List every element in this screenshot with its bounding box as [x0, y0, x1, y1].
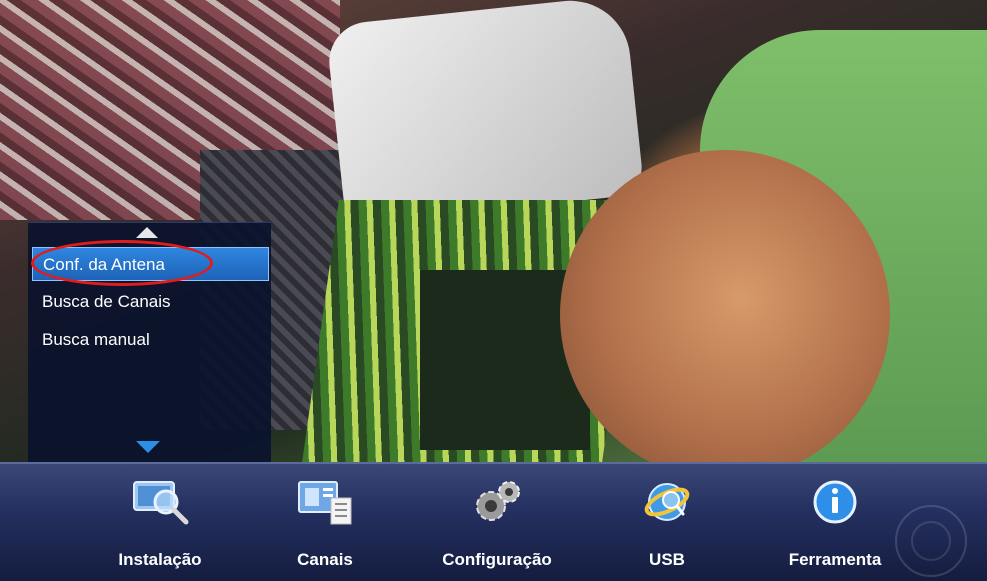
menu-tab-canais[interactable]: Canais	[250, 464, 400, 581]
background-white-object	[325, 0, 645, 226]
background-arm	[560, 150, 890, 480]
gears-icon	[465, 476, 529, 533]
main-menu-bar: Instalação Canais Configuração USB Ferra…	[0, 462, 987, 581]
menu-tab-label: Ferramenta	[788, 550, 882, 569]
scroll-up-arrow-icon[interactable]	[136, 227, 158, 238]
menu-tab-usb[interactable]: USB	[592, 464, 742, 581]
highlight-oval-annotation	[31, 240, 213, 286]
menu-tab-label: Configuração	[442, 550, 552, 569]
menu-tab-instalacao[interactable]: Instalação	[85, 464, 235, 581]
scroll-down-arrow-icon[interactable]	[136, 441, 160, 453]
menu-tab-label: USB	[649, 550, 685, 569]
antenna-search-icon	[128, 476, 192, 533]
usb-globe-icon	[635, 476, 699, 533]
menu-item-conf-antena[interactable]: Conf. da Antena	[31, 240, 269, 286]
installation-submenu: Conf. da Antena Busca de Canais Busca ma…	[28, 222, 271, 466]
channel-list-icon	[293, 476, 357, 533]
menu-tab-label: Instalação	[118, 550, 202, 569]
menu-item-busca-manual[interactable]: Busca manual	[32, 323, 269, 357]
info-icon	[803, 476, 867, 533]
menu-tab-configuracao[interactable]: Configuração	[422, 464, 572, 581]
menu-item-busca-canais[interactable]: Busca de Canais	[32, 285, 269, 319]
menu-tab-label: Canais	[297, 550, 353, 569]
menu-item-label: Busca de Canais	[42, 292, 171, 311]
menu-item-label: Busca manual	[42, 330, 150, 349]
menu-tab-ferramenta[interactable]: Ferramenta	[760, 464, 910, 581]
channel-watermark-logo	[895, 505, 967, 577]
